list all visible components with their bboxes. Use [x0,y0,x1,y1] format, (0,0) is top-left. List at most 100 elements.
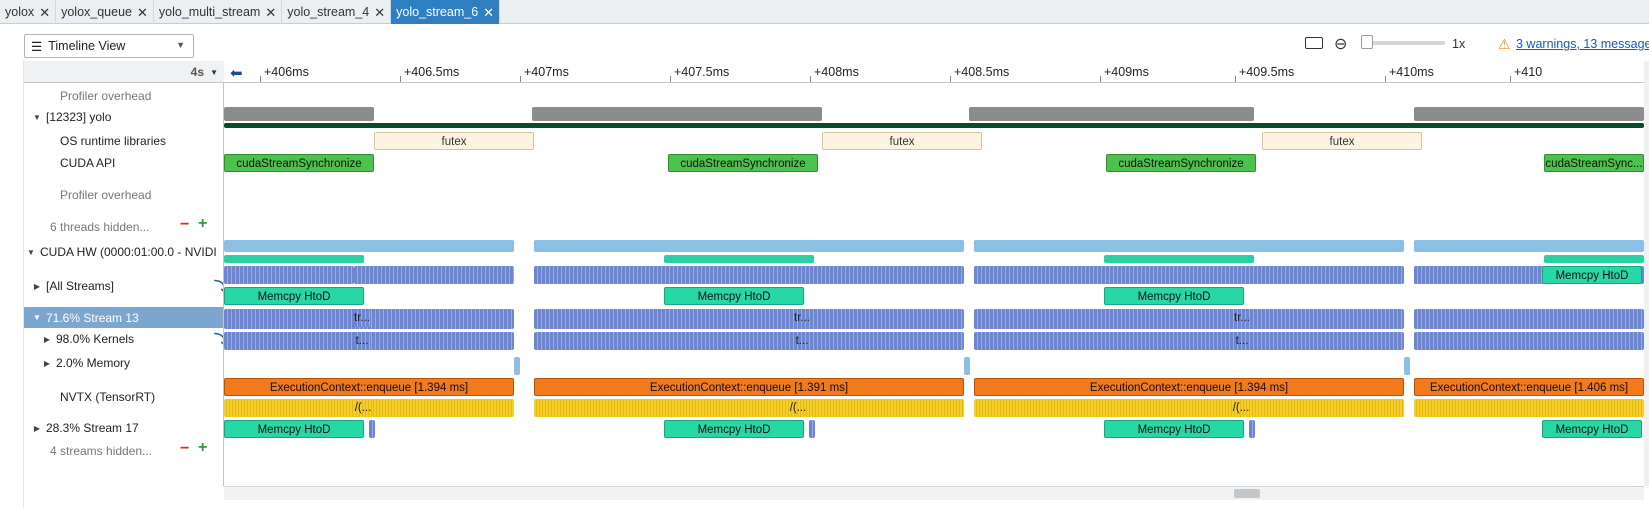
expand-icon[interactable]: ▶ [32,424,42,433]
nvtx-enqueue-block[interactable]: ExecutionContext::enqueue [1.394 ms] [974,378,1404,396]
kernel-marker[interactable] [369,420,375,438]
nvtx-enqueue-block[interactable]: ExecutionContext::enqueue [1.406 ms] [1414,378,1644,396]
row-process[interactable]: ▼ [12323] yolo [24,108,223,126]
expand-icon[interactable]: ▶ [42,335,52,344]
cuda-hw-memcpy-bar[interactable] [1544,255,1644,263]
kernel-activity[interactable] [534,309,964,329]
kernel-activity[interactable] [224,266,354,284]
futex-block[interactable]: futex [822,132,982,150]
memcpy-block[interactable]: Memcpy HtoD [664,287,804,305]
zoom-slider[interactable] [1365,41,1445,45]
row-streams-hidden[interactable]: 4 streams hidden... − + [24,439,223,460]
time-ruler[interactable]: +406ms +406.5ms +407ms +407.5ms +408ms +408.5… [224,61,1644,83]
memcpy-block[interactable]: Memcpy HtoD [664,420,804,438]
row-all-streams[interactable]: ▶ [All Streams] ⤵ [24,277,223,297]
row-threads-hidden[interactable]: 6 threads hidden... − + [24,215,223,236]
cuda-hw-activity[interactable] [224,240,514,252]
nvtx-range-block[interactable]: /(... [789,399,807,417]
nvtx-enqueue-block[interactable]: ExecutionContext::enqueue [1.391 ms] [534,378,964,396]
tab-yolo-stream-6[interactable]: yolo_stream_6 ✕ [391,0,501,24]
close-icon[interactable]: ✕ [137,6,148,19]
process-activity-bar[interactable] [224,107,374,121]
minus-icon[interactable]: − [180,216,189,234]
process-activity-bar[interactable] [969,107,1254,121]
nvtx-enqueue-block[interactable]: ExecutionContext::enqueue [1.394 ms] [224,378,514,396]
futex-block[interactable]: futex [1262,132,1422,150]
nvtx-range-activity[interactable] [974,399,1404,417]
warnings-link[interactable]: 3 warnings, 13 messages [1516,37,1649,51]
kernel-activity[interactable] [1414,266,1544,284]
scrollbar-thumb[interactable] [1234,489,1260,498]
kernel-block[interactable]: t... [354,332,370,350]
process-activity-bar[interactable] [1414,107,1644,121]
collapse-icon[interactable]: ▼ [26,248,36,257]
expand-icon[interactable]: ▶ [32,282,42,291]
timeline-area[interactable]: futex futex futex cudaStreamSynchronize cuda… [224,83,1644,486]
close-icon[interactable]: ✕ [39,6,50,19]
arrow-down-icon[interactable]: ⤵ [214,330,223,350]
memcpy-block[interactable]: Memcpy HtoD [224,420,364,438]
kernel-block[interactable]: t... [794,332,810,350]
kernel-activity[interactable] [1414,309,1644,329]
row-stream-13[interactable]: ▼ 71.6% Stream 13 [24,307,223,328]
keyboard-icon[interactable] [1305,37,1323,49]
row-kernels[interactable]: ▶ 98.0% Kernels ⤵ [24,330,223,350]
kernel-block[interactable]: tr... [1234,309,1250,327]
time-header[interactable]: 4s ▼ [24,61,224,83]
zoom-out-icon[interactable]: ⊖ [1334,34,1347,54]
memory-marker[interactable] [1404,357,1410,375]
memcpy-block[interactable]: Memcpy HtoD [1542,266,1642,284]
nvtx-range-activity[interactable] [534,399,964,417]
cuda-hw-memcpy-bar[interactable] [224,255,364,263]
memcpy-block[interactable]: Memcpy HtoD [224,287,364,305]
process-activity-bar[interactable] [532,107,822,121]
close-icon[interactable]: ✕ [265,6,276,19]
kernel-block[interactable]: t... [1234,332,1250,350]
expand-icon[interactable]: ▶ [42,359,52,368]
cuda-hw-activity[interactable] [974,240,1404,252]
kernel-activity[interactable] [974,309,1404,329]
nvtx-range-block[interactable]: /(... [354,399,372,417]
arrow-left-icon[interactable]: ⬅ [230,64,243,82]
kernel-activity[interactable] [1414,332,1644,350]
cuda-hw-activity[interactable] [1414,240,1644,252]
cuda-sync-block[interactable]: cudaStreamSynchronize [668,154,818,172]
nvtx-range-activity[interactable] [1414,399,1644,417]
cuda-sync-block[interactable]: cudaStreamSynchronize [224,154,374,172]
memory-marker[interactable] [964,357,970,375]
process-state-bar[interactable] [224,123,1644,128]
kernel-block[interactable]: tr... [794,309,810,327]
kernel-activity[interactable] [354,266,514,284]
collapse-icon[interactable]: ▼ [32,313,42,322]
cuda-hw-activity[interactable] [534,240,964,252]
memory-marker[interactable] [514,357,520,375]
close-icon[interactable]: ✕ [374,6,385,19]
chevron-down-icon[interactable]: ▼ [210,68,218,77]
cuda-sync-block[interactable]: cudaStreamSynchronize [1106,154,1256,172]
tab-yolox[interactable]: yolox ✕ [0,0,57,24]
kernel-marker[interactable] [809,420,815,438]
collapse-icon[interactable]: ▼ [32,113,42,122]
plus-icon[interactable]: + [198,439,207,457]
tab-yolo-multi-stream[interactable]: yolo_multi_stream ✕ [154,0,283,24]
row-cuda-hw[interactable]: ▼ CUDA HW (0000:01:00.0 - NVIDI [24,243,223,261]
horizontal-scrollbar[interactable] [224,486,1644,500]
row-nvtx[interactable]: NVTX (TensorRT) [24,388,223,406]
kernel-block[interactable]: tr... [354,309,370,327]
memcpy-block[interactable]: Memcpy HtoD [1542,420,1642,438]
futex-block[interactable]: futex [374,132,534,150]
cuda-sync-block[interactable]: cudaStreamSync... [1544,154,1644,172]
minus-icon[interactable]: − [180,440,189,458]
kernel-activity[interactable] [974,266,1104,284]
row-stream-17[interactable]: ▶ 28.3% Stream 17 [24,419,223,437]
view-select[interactable]: ☰ Timeline View ▼ [24,34,194,58]
arrow-down-icon[interactable]: ⤵ [214,277,223,297]
kernel-activity[interactable] [534,332,964,350]
zoom-slider-handle[interactable] [1361,35,1373,49]
kernel-activity[interactable] [974,332,1404,350]
row-os-runtime[interactable]: OS runtime libraries [24,132,223,150]
cuda-hw-memcpy-bar[interactable] [664,255,814,263]
nvtx-range-block[interactable]: /(... [1232,399,1250,417]
vertical-scrollbar[interactable] [1644,61,1649,486]
tab-yolox-queue[interactable]: yolox_queue ✕ [56,0,154,24]
